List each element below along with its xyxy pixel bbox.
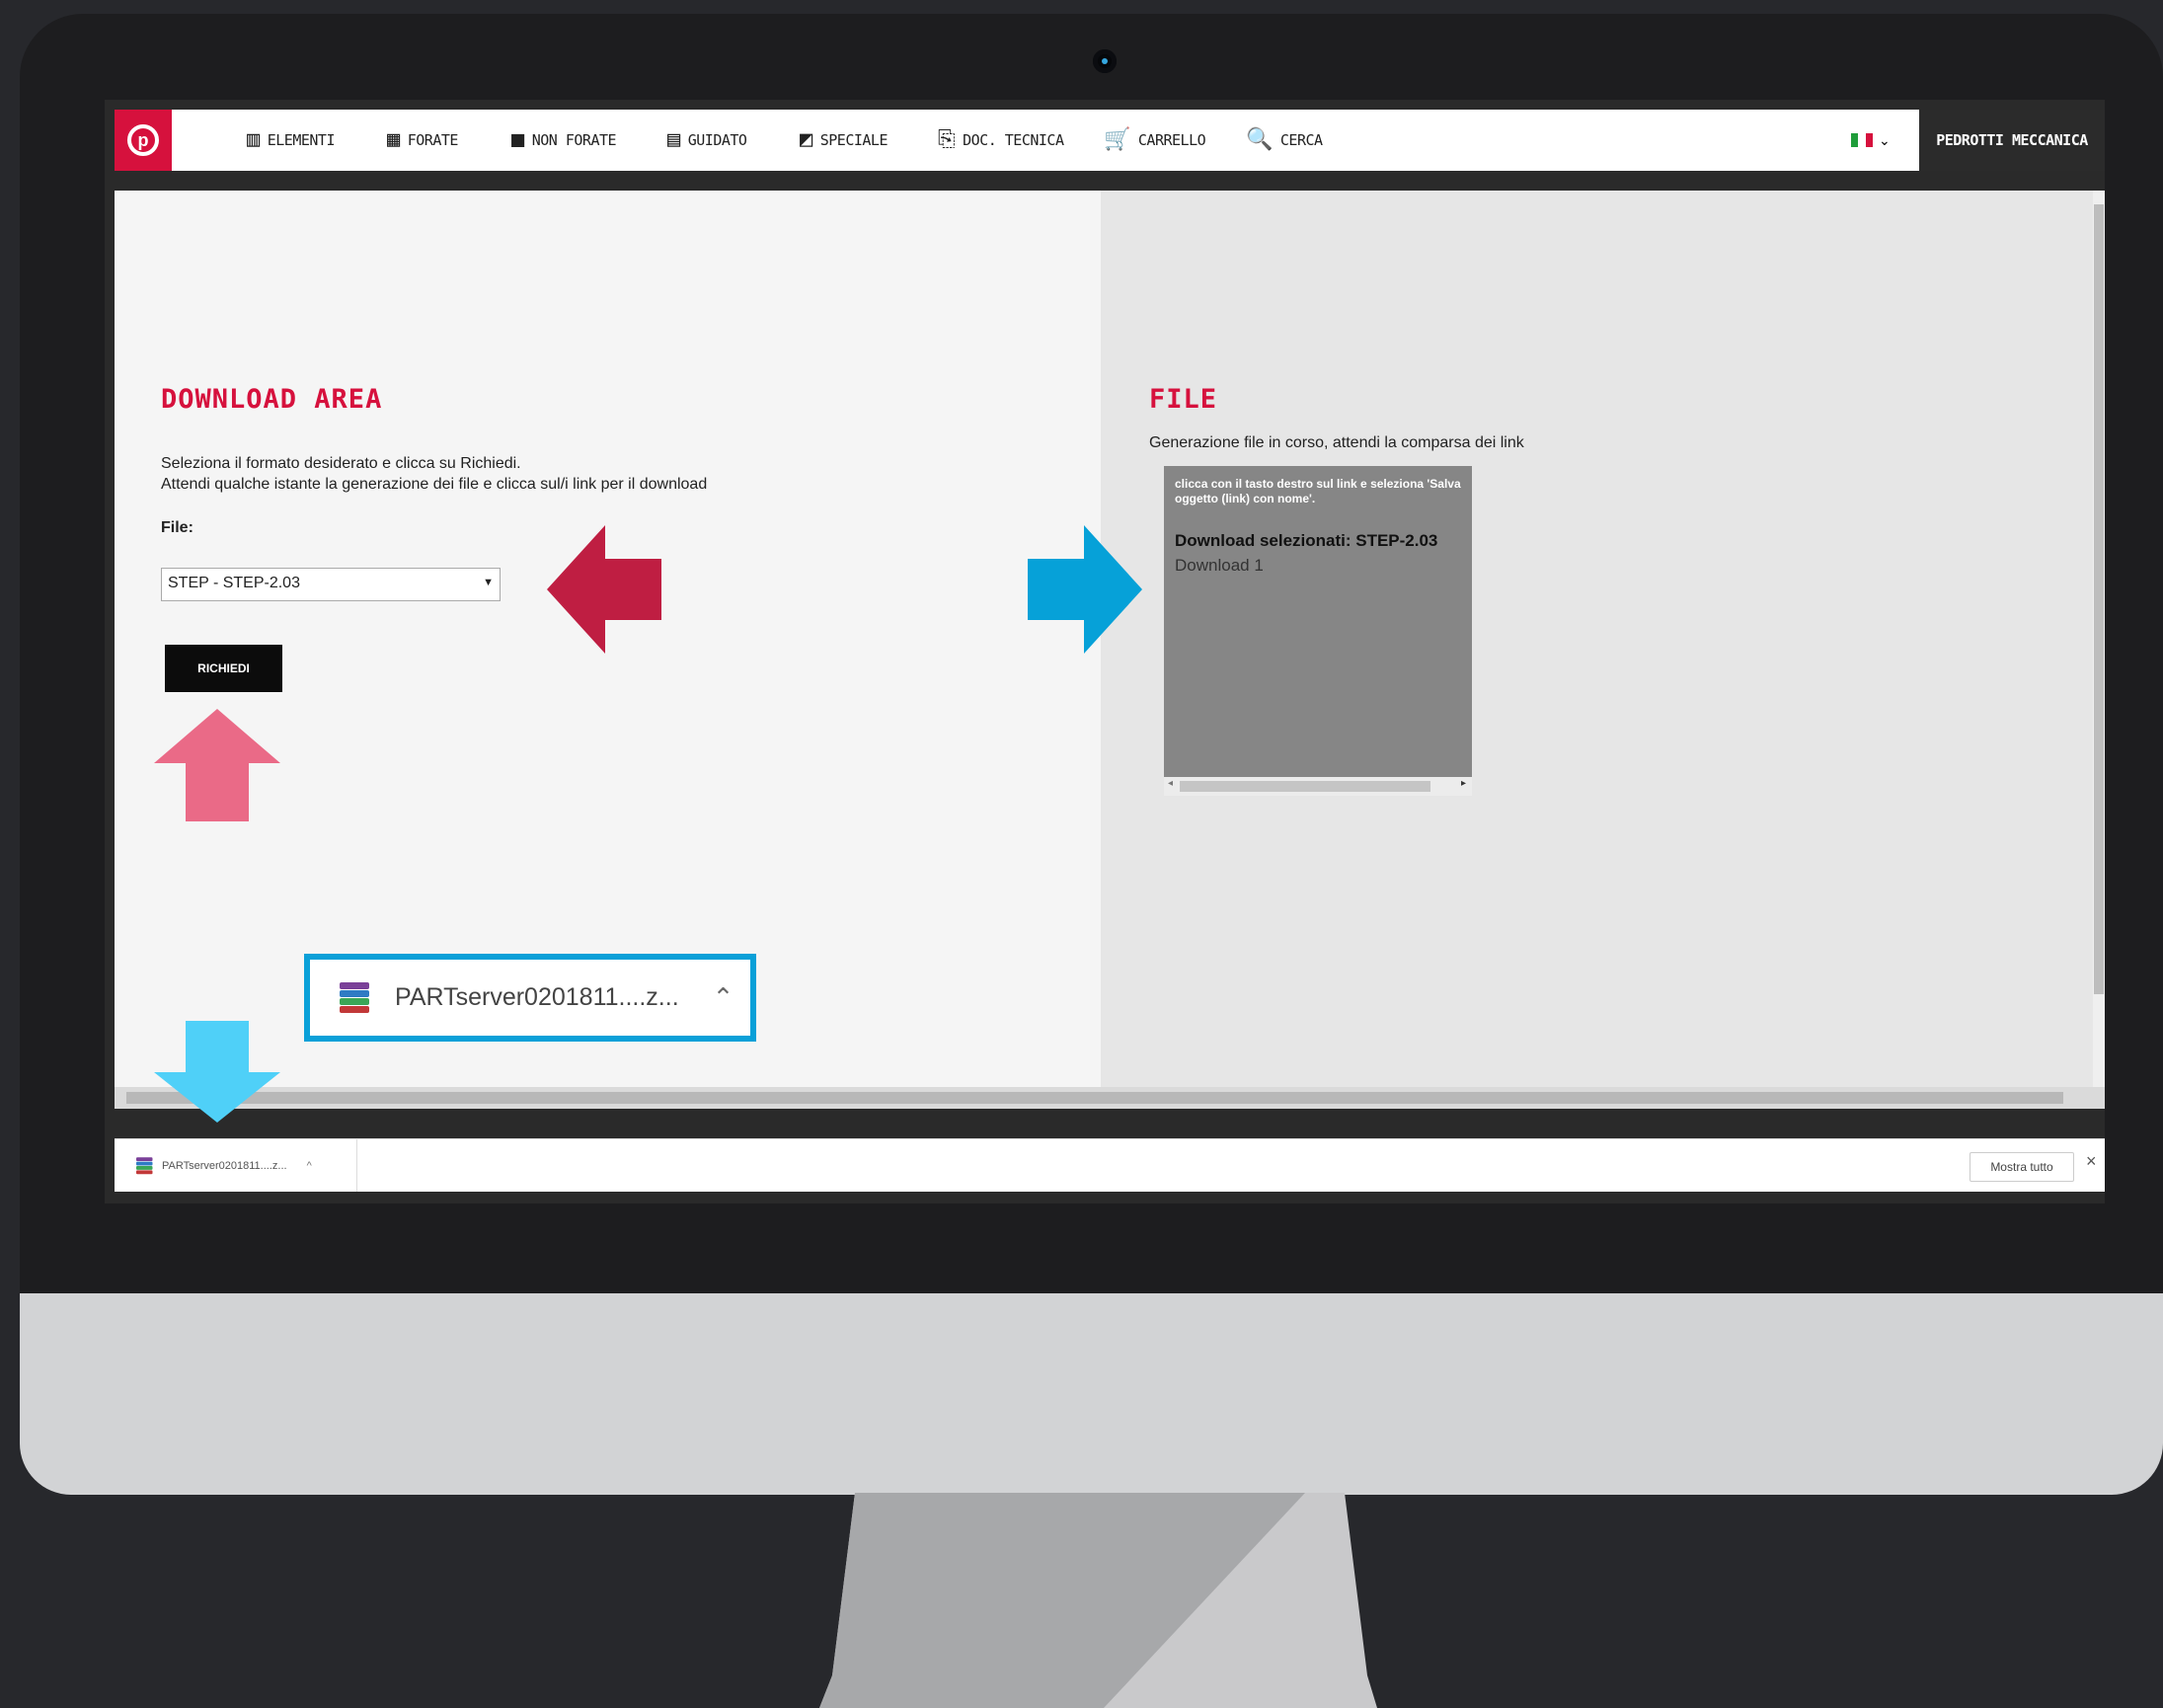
special-icon: ◩ [800,127,812,152]
nav-guidato[interactable]: ▤ Guidato [667,110,747,171]
brand-logo[interactable]: p [115,110,172,171]
pink-up-arrow-icon [154,709,280,821]
scrollbar-thumb[interactable] [126,1092,2063,1104]
monitor-stand [819,1493,1377,1708]
download-link[interactable]: Download 1 [1175,556,1264,576]
download-links-frame: clicca con il tasto destro sul link e se… [1164,466,1472,796]
dropdown-caret-icon: ▼ [483,577,494,588]
file-format-select[interactable]: STEP - STEP-2.03 ▼ [161,568,501,601]
nav-forate[interactable]: ▦ Forate [387,110,458,171]
nav-label: Speciale [819,131,888,149]
nav-speciale[interactable]: ◩ Speciale [800,110,888,171]
chevron-up-icon: ⌃ [712,982,734,1012]
show-all-button[interactable]: Mostra tutto [1970,1152,2074,1182]
nav-cerca[interactable]: 🔍 Cerca [1246,110,1323,171]
solid-block-icon: ■ [511,127,524,152]
webcam-icon [1093,49,1117,73]
close-icon[interactable]: × [2086,1151,2097,1172]
browser-download-bar: PARTserver0201811....z... ^ Mostra tutto… [115,1138,2105,1192]
logo-mark: p [127,124,159,156]
right-click-hint: clicca con il tasto destro sul link e se… [1175,477,1461,505]
nav-label: Non forate [531,131,617,149]
page-vertical-scrollbar[interactable] [2093,191,2105,1109]
richiedi-button[interactable]: RICHIEDI [165,645,282,692]
nav-label: Carrello [1137,131,1206,149]
search-icon: 🔍 [1246,127,1273,152]
scroll-right-icon[interactable]: ▸ [1461,778,1466,789]
nav-label: Guidato [687,131,747,149]
file-format-value: STEP - STEP-2.03 [168,575,300,591]
nav-carrello[interactable]: 🛒 Carrello [1104,110,1206,171]
nav-doc-tecnica[interactable]: ⎘ Doc. tecnica [938,110,1064,171]
nav-label: Cerca [1279,131,1323,149]
download-item[interactable]: PARTserver0201811....z... ^ [115,1139,357,1192]
nav-label: Elementi [267,131,336,149]
file-title: FILE [1149,384,1218,415]
company-account-button[interactable]: PEDROTTI MECCANICA [1919,110,2105,171]
winrar-archive-icon [340,981,369,1014]
perforated-icon: ▦ [387,127,400,152]
selected-downloads-label: Download selezionati: STEP-2.03 [1175,531,1438,550]
lightblue-down-arrow-icon [154,1021,280,1123]
nav-label: Doc. tecnica [963,131,1064,149]
cart-icon: 🛒 [1104,127,1130,152]
callout-filename: PARTserver0201811....z... [395,983,679,1011]
tech-doc-icon: ⎘ [938,127,956,152]
red-left-arrow-icon [547,525,661,654]
download-filename: PARTserver0201811....z... [162,1159,287,1172]
nav-elementi[interactable]: ▥ Elementi [247,110,336,171]
italy-flag-icon [1851,133,1873,147]
generation-status: Generazione file in corso, attendi la co… [1149,434,1524,451]
instruction-line-1: Seleziona il formato desiderato e clicca… [161,455,521,472]
nav-non-forate[interactable]: ■ Non forate [511,110,617,171]
download-item-callout: PARTserver0201811....z... ⌃ [304,954,756,1042]
scrollbar-thumb[interactable] [2094,204,2104,994]
frame-horizontal-scrollbar[interactable]: ◂ ▸ [1164,777,1472,796]
download-area-title: DOWNLOAD AREA [161,384,383,415]
guided-icon: ▤ [667,127,680,152]
scroll-left-icon[interactable]: ◂ [1168,778,1173,789]
scrollbar-thumb[interactable] [1180,781,1430,792]
instruction-line-2: Attendi qualche istante la generazione d… [161,476,708,493]
nav-label: Forate [407,131,459,149]
winrar-archive-icon [136,1156,153,1175]
elements-icon: ▥ [247,127,260,152]
monitor-chin [20,1293,2163,1495]
chevron-up-icon[interactable]: ^ [307,1160,312,1172]
site-header: p ▥ Elementi ▦ Forate ■ Non forate ▤ Gui… [115,110,2105,171]
blue-right-arrow-icon [1028,525,1142,654]
file-label: File: [161,519,193,536]
chevron-down-icon: ⌄ [1879,131,1891,148]
page-horizontal-scrollbar[interactable] [115,1087,2105,1109]
language-selector[interactable]: ⌄ [1851,110,1891,171]
